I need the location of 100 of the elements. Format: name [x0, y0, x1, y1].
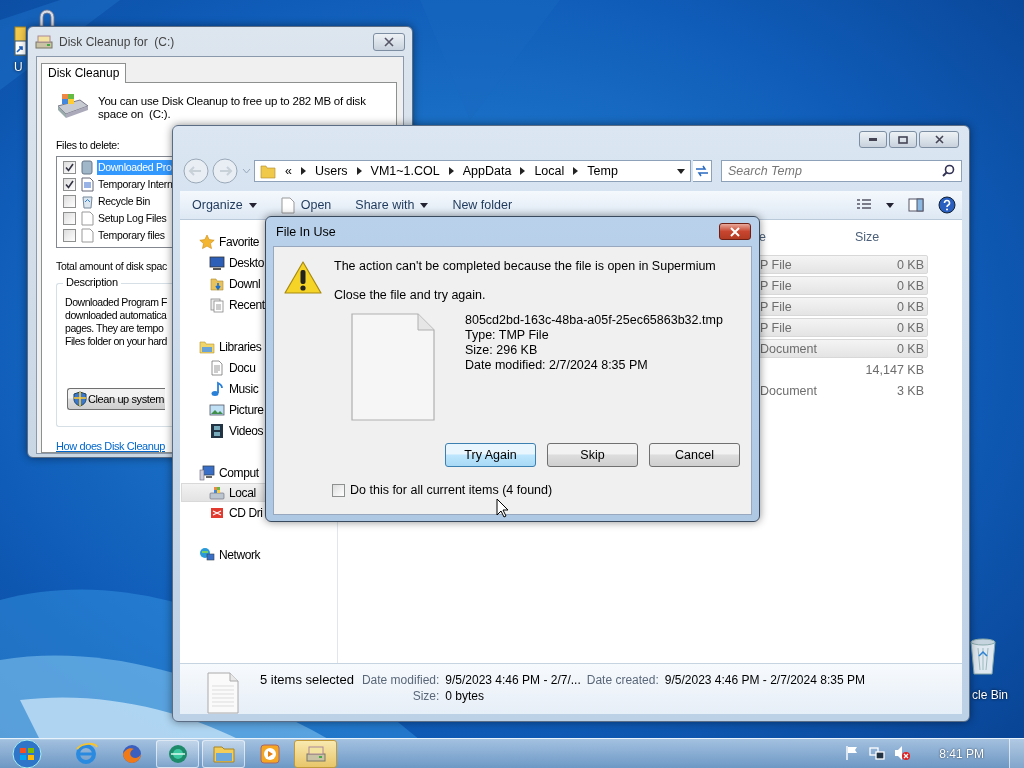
preview-pane-icon[interactable] [908, 198, 924, 212]
breadcrumb-item[interactable]: AppData [462, 164, 512, 178]
list-item[interactable]: Setup Log Files [97, 211, 174, 226]
taskbar-button[interactable] [294, 739, 337, 768]
clean-up-button[interactable]: Clean up system [67, 388, 165, 410]
column-header[interactable]: e [759, 230, 855, 244]
padlock-icon[interactable] [37, 8, 57, 26]
nav-item[interactable]: Docu [209, 357, 256, 378]
field-label: Size: [411, 689, 440, 703]
nav-item[interactable]: Music [209, 378, 259, 399]
nav-item[interactable]: Deskto [209, 252, 264, 273]
nav-item[interactable]: Favorite [199, 231, 260, 252]
file-row[interactable]: P File 0 KB [757, 255, 928, 274]
description-text: Downloaded Program F downloaded automatica pages. They are tempo Files folder on your hard [65, 296, 167, 348]
maximize-icon [898, 135, 908, 144]
table-cell-text: 0 KB [895, 299, 924, 314]
help-link[interactable]: How does Disk Cleanup [56, 440, 165, 452]
minimize-button[interactable] [859, 131, 887, 148]
file-detail: Date modified: 2/7/2024 8:35 PM [465, 358, 649, 373]
nav-item[interactable]: Picture [209, 399, 264, 420]
table-cell-text: P File [760, 320, 793, 335]
checkbox[interactable] [63, 229, 76, 242]
nav-item[interactable]: Recent [209, 294, 265, 315]
tab[interactable]: Disk Cleanup [41, 63, 127, 83]
landscape-icon [209, 401, 225, 418]
breadcrumb-item[interactable]: Local [534, 164, 565, 178]
chevron-icon [300, 167, 306, 175]
nav-item[interactable]: Comput [199, 462, 259, 483]
monitor-icon [209, 254, 225, 271]
refresh-button[interactable] [693, 160, 712, 182]
chevron-icon [356, 167, 362, 175]
dialog-title: File In Use [276, 224, 336, 239]
checkbox-label[interactable]: Do this for all current items (4 found) [350, 483, 553, 497]
message-text: The action can't be completed because the file is open in Supermium [334, 259, 716, 273]
drive-icon [209, 484, 225, 501]
document-icon [206, 672, 240, 714]
shield-icon [73, 391, 87, 407]
file-row[interactable]: P File 0 KB [757, 276, 928, 295]
table-cell-text: P File [760, 257, 793, 272]
table-cell-text: 14,147 KB [864, 362, 924, 377]
file-row[interactable]: Document 3 KB [757, 381, 928, 400]
warning-icon [284, 261, 322, 295]
icon-label: U [14, 60, 23, 74]
breadcrumb-item[interactable]: Temp [587, 164, 618, 178]
caret-icon [420, 202, 429, 208]
dialog-button[interactable]: Skip [547, 443, 638, 467]
menu-button[interactable]: Share with [355, 198, 429, 212]
file-row[interactable]: Document 0 KB [757, 339, 928, 358]
help-icon[interactable] [938, 196, 956, 214]
close-icon [729, 226, 741, 237]
speaker-muted-icon[interactable] [894, 745, 912, 762]
list-item[interactable]: Temporary files [97, 228, 174, 243]
nav-item[interactable]: Libraries [199, 336, 262, 357]
film-icon [209, 422, 225, 439]
search-field[interactable]: Search Temp [721, 160, 962, 182]
checkbox[interactable] [63, 195, 76, 208]
nav-item[interactable]: CD Dri [209, 502, 263, 523]
computer-icon [199, 464, 215, 481]
search-icon[interactable] [942, 164, 955, 177]
group-legend: Description [63, 276, 121, 288]
nav-item[interactable]: Videos [209, 420, 264, 441]
table-cell-text: P File [760, 278, 793, 293]
breadcrumb-item[interactable]: Users [314, 164, 348, 178]
icon-label: cle Bin [972, 688, 1009, 702]
file-row[interactable]: 14,147 KB [757, 360, 928, 379]
checkbox[interactable] [63, 178, 76, 191]
breadcrumb-overflow[interactable]: « [285, 164, 292, 178]
checkbox[interactable] [63, 161, 76, 174]
table-cell-text: P File [760, 299, 793, 314]
folder-icon [260, 163, 276, 179]
breadcrumb-item[interactable]: VM1~1.COL [370, 164, 440, 178]
list-item[interactable]: Recycle Bin [97, 194, 174, 209]
checkbox[interactable] [332, 483, 345, 497]
maximize-button[interactable] [889, 131, 917, 148]
dialog-button[interactable]: Try Again [445, 443, 536, 467]
view-list-icon[interactable] [856, 199, 872, 211]
file-row[interactable]: P File 0 KB [757, 297, 928, 316]
folder-icon [209, 275, 225, 292]
menu-button[interactable]: Organize [192, 198, 257, 212]
caret-icon [248, 202, 257, 208]
caret-icon[interactable] [886, 202, 894, 208]
network-icon[interactable] [869, 745, 887, 762]
toolbar-button[interactable]: New folder [452, 198, 513, 212]
file-row[interactable]: P File 0 KB [757, 318, 928, 337]
shortcut-icon[interactable] [14, 26, 26, 56]
table-cell-text: Document [760, 341, 818, 356]
music-note-icon [209, 380, 225, 397]
address-bar[interactable]: « Users VM1~1.COL AppData Local Temp [254, 160, 691, 182]
checkbox[interactable] [63, 212, 76, 225]
open-button[interactable]: Open [280, 196, 332, 214]
nav-item[interactable]: Network [199, 544, 261, 565]
close-button[interactable] [919, 131, 959, 148]
nav-item[interactable]: Downl [209, 273, 261, 294]
dialog-button[interactable]: Cancel [649, 443, 740, 467]
chevron-icon [448, 167, 454, 175]
column-header[interactable]: Size [855, 230, 951, 244]
nav-item[interactable]: Local [181, 483, 265, 502]
drive-cleanup-icon [56, 92, 90, 118]
list-item[interactable]: Temporary Intern [97, 177, 174, 192]
close-button[interactable] [719, 223, 751, 240]
